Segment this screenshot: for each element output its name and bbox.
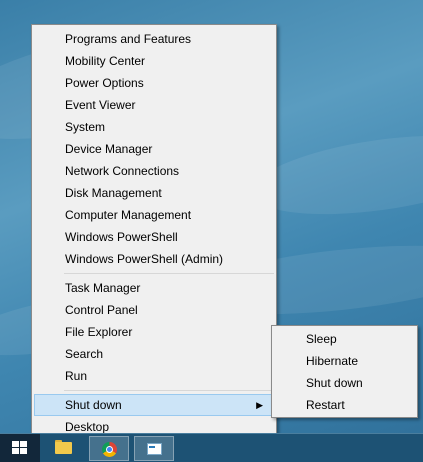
menu-item-network-connections[interactable]: Network Connections <box>32 160 276 182</box>
submenu-item-hibernate[interactable]: Hibernate <box>272 350 417 372</box>
windows-logo-icon <box>12 441 28 455</box>
menu-item-file-explorer[interactable]: File Explorer <box>32 321 276 343</box>
submenu-item-restart[interactable]: Restart <box>272 394 417 416</box>
menu-item-shut-down-label: Shut down <box>65 398 122 412</box>
menu-item-system[interactable]: System <box>32 116 276 138</box>
menu-item-device-manager[interactable]: Device Manager <box>32 138 276 160</box>
app-window-icon <box>147 443 162 455</box>
submenu-arrow-icon: ▶ <box>256 400 263 410</box>
menu-item-power-options[interactable]: Power Options <box>32 72 276 94</box>
menu-item-run[interactable]: Run <box>32 365 276 387</box>
menu-item-windows-powershell[interactable]: Windows PowerShell <box>32 226 276 248</box>
menu-item-task-manager[interactable]: Task Manager <box>32 277 276 299</box>
menu-item-mobility-center[interactable]: Mobility Center <box>32 50 276 72</box>
submenu-item-shut-down[interactable]: Shut down <box>272 372 417 394</box>
menu-separator <box>64 273 274 274</box>
menu-item-search[interactable]: Search <box>32 343 276 365</box>
taskbar-button-file-explorer[interactable] <box>44 436 84 461</box>
menu-item-disk-management[interactable]: Disk Management <box>32 182 276 204</box>
menu-item-programs-and-features[interactable]: Programs and Features <box>32 28 276 50</box>
menu-item-shut-down[interactable]: Shut down ▶ <box>34 394 274 416</box>
taskbar <box>0 433 423 462</box>
start-button[interactable] <box>0 434 40 462</box>
app-window-icon-detail <box>149 446 155 448</box>
menu-item-windows-powershell-admin[interactable]: Windows PowerShell (Admin) <box>32 248 276 270</box>
submenu-item-sleep[interactable]: Sleep <box>272 328 417 350</box>
menu-item-computer-management[interactable]: Computer Management <box>32 204 276 226</box>
shut-down-submenu: Sleep Hibernate Shut down Restart <box>271 325 418 418</box>
menu-item-control-panel[interactable]: Control Panel <box>32 299 276 321</box>
taskbar-button-chrome[interactable] <box>89 436 129 461</box>
power-user-context-menu: Programs and Features Mobility Center Po… <box>31 24 277 438</box>
menu-item-event-viewer[interactable]: Event Viewer <box>32 94 276 116</box>
chrome-icon-center <box>106 446 113 453</box>
file-explorer-icon <box>55 442 72 454</box>
taskbar-button-app[interactable] <box>134 436 174 461</box>
menu-separator <box>64 390 274 391</box>
